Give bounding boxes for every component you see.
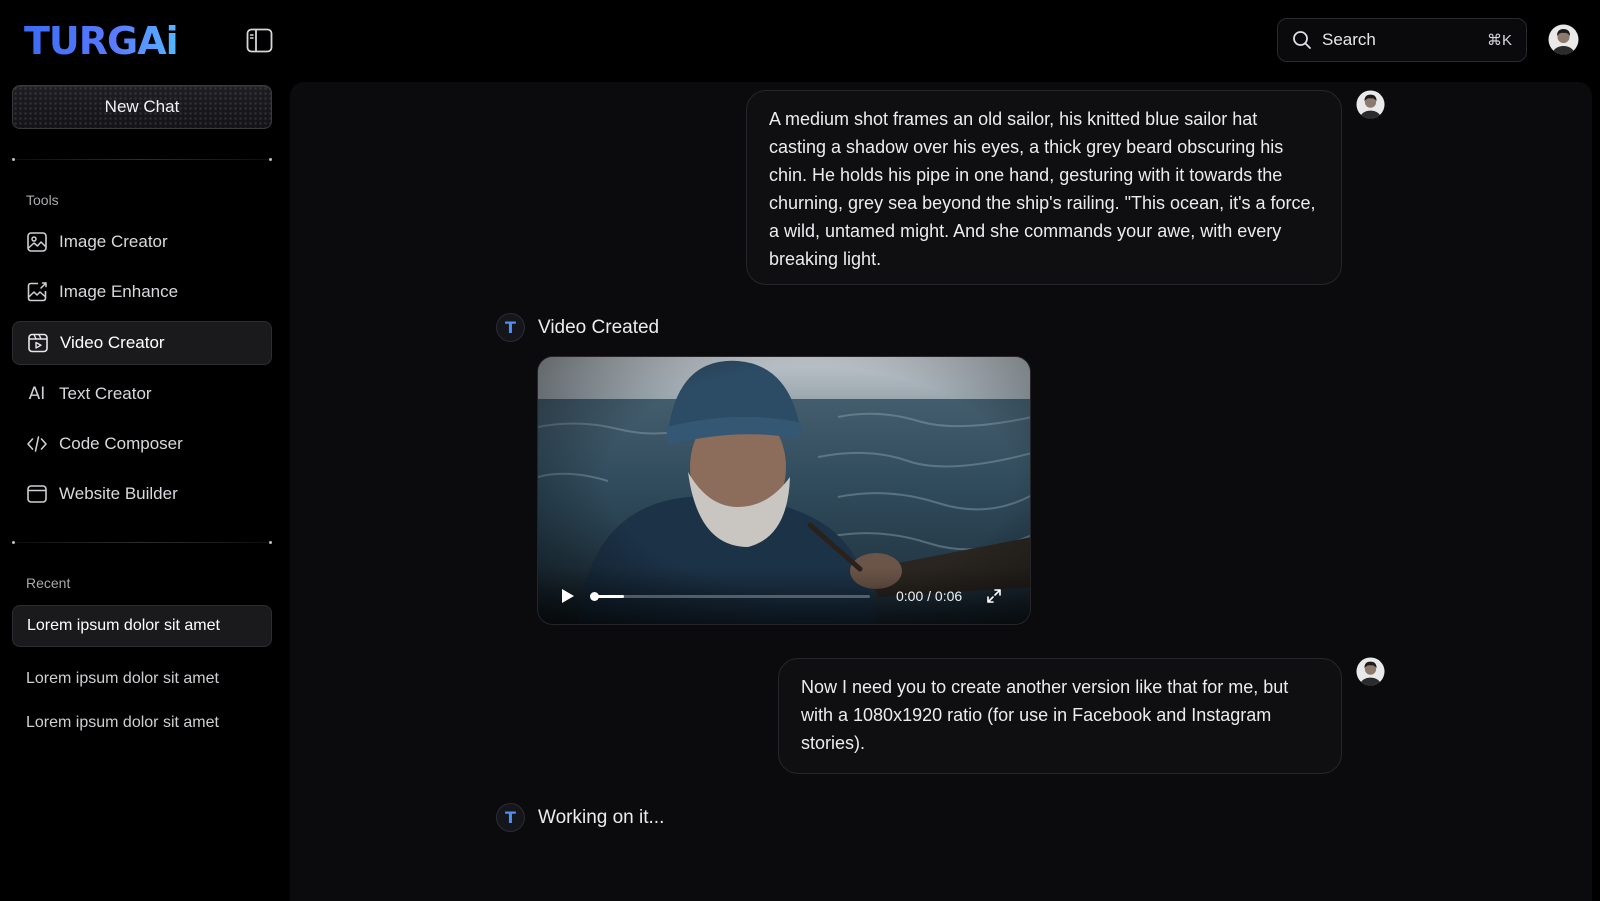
sidebar-divider: [12, 541, 272, 544]
sidebar-item-code-composer[interactable]: Code Composer: [12, 422, 272, 466]
sidebar-item-website-builder[interactable]: Website Builder: [12, 472, 272, 516]
code-icon: [27, 436, 47, 452]
user-message-bubble: Now I need you to create another version…: [778, 658, 1342, 774]
browser-window-icon: [27, 485, 47, 503]
video-controls: 0:00 / 0:06: [538, 568, 1030, 624]
sidebar-item-video-creator[interactable]: Video Creator: [12, 321, 272, 365]
user-avatar: [1356, 90, 1385, 119]
assistant-status-text: Working on it...: [538, 807, 665, 828]
search-label: Search: [1322, 30, 1376, 49]
recent-chat-item[interactable]: Lorem ipsum dolor sit amet: [12, 658, 272, 700]
new-chat-button[interactable]: New Chat: [12, 85, 272, 129]
recent-chat-item[interactable]: Lorem ipsum dolor sit amet: [12, 605, 272, 647]
image-enhance-icon: [27, 282, 47, 302]
video-player[interactable]: 0:00 / 0:06: [537, 356, 1031, 625]
recent-chat-item[interactable]: Lorem ipsum dolor sit amet: [12, 702, 272, 744]
user-message-bubble: A medium shot frames an old sailor, his …: [746, 90, 1342, 285]
user-avatar[interactable]: [1548, 24, 1579, 55]
search-icon: [1293, 31, 1311, 49]
sidebar-item-image-enhance[interactable]: Image Enhance: [12, 270, 272, 314]
assistant-badge: T: [496, 313, 525, 342]
user-avatar: [1356, 657, 1385, 686]
sidebar-divider: [12, 158, 272, 161]
video-progress-bar[interactable]: [590, 591, 870, 601]
sidebar-toggle-icon[interactable]: [246, 27, 273, 54]
play-icon[interactable]: [558, 587, 576, 605]
sidebar-item-image-creator[interactable]: Image Creator: [12, 220, 272, 264]
search-shortcut: ⌘K: [1486, 32, 1512, 49]
sidebar-item-text-creator[interactable]: AI Text Creator: [12, 372, 272, 416]
search-bar[interactable]: Search ⌘K: [1277, 18, 1527, 62]
sidebar-item-label: Image Creator: [59, 232, 168, 251]
turgai-logo: TURGAi: [24, 19, 179, 63]
image-icon: [27, 232, 47, 252]
sidebar-item-label: Video Creator: [60, 333, 165, 352]
assistant-status-text: Video Created: [538, 317, 660, 338]
recent-section-label: Recent: [26, 575, 71, 591]
sidebar-item-label: Image Enhance: [59, 282, 179, 301]
ai-text-icon: AI: [28, 384, 46, 404]
video-time: 0:00 / 0:06: [896, 588, 963, 604]
sidebar-item-label: Website Builder: [59, 484, 178, 503]
video-icon: [28, 333, 48, 353]
tools-section-label: Tools: [26, 192, 59, 208]
sidebar-item-label: Code Composer: [59, 434, 183, 453]
fullscreen-icon[interactable]: [986, 588, 1002, 604]
assistant-badge: T: [496, 803, 525, 832]
sidebar-item-label: Text Creator: [59, 384, 152, 403]
video-progress-knob[interactable]: [590, 591, 599, 601]
